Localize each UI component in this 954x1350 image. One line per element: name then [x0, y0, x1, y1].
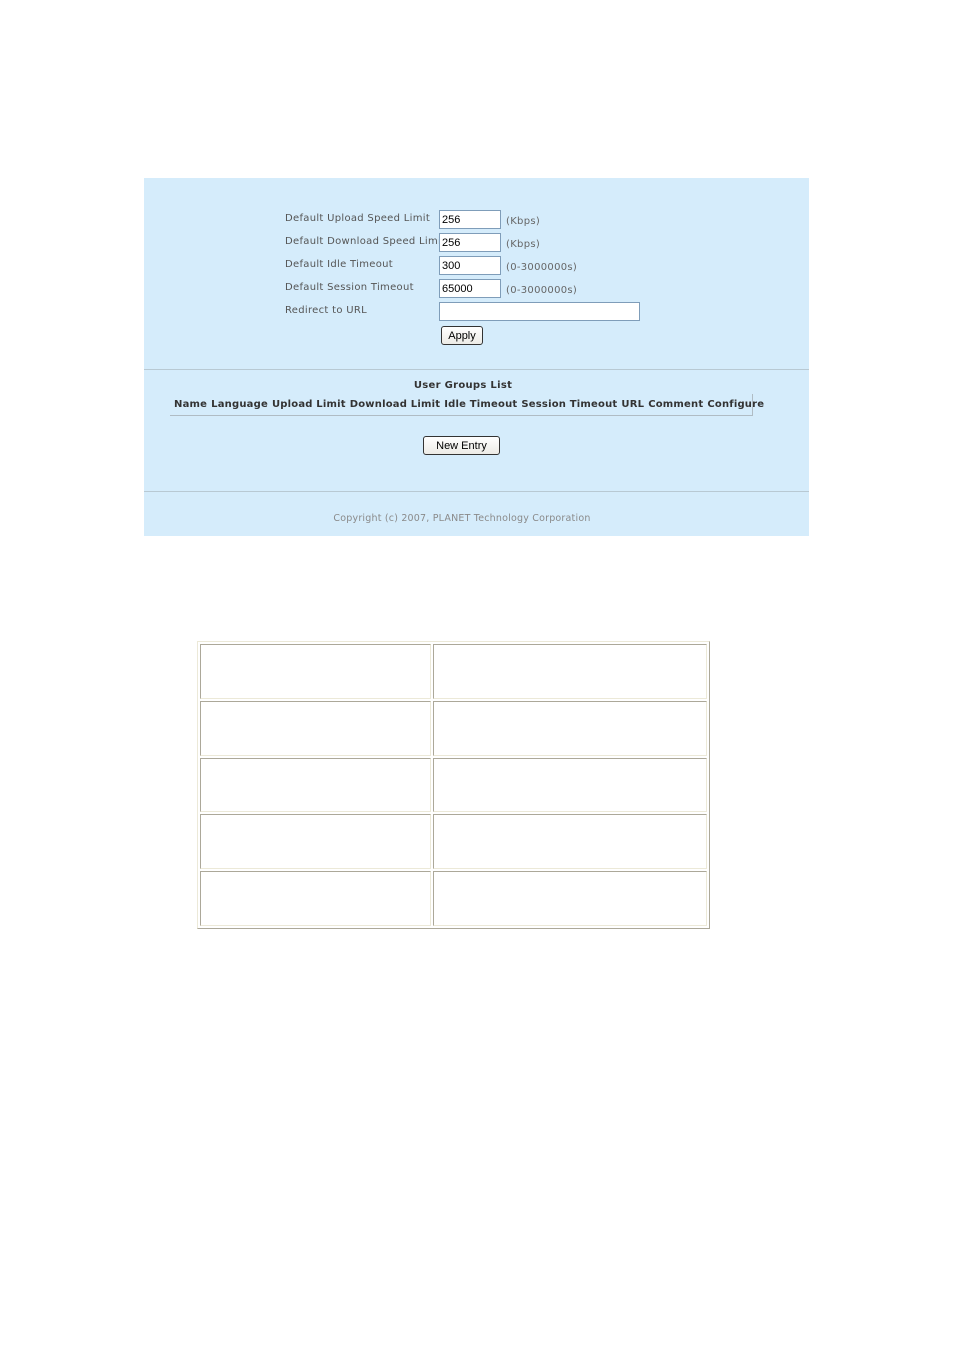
table-cell	[200, 700, 431, 756]
table-cell	[200, 871, 431, 926]
user-groups-header: Name Language Upload Limit Download Limi…	[170, 394, 764, 416]
redirect-url-input[interactable]	[439, 302, 640, 321]
table-row	[200, 814, 707, 870]
upload-speed-unit: (Kbps)	[506, 216, 541, 227]
session-timeout-unit: (0-3000000s)	[506, 285, 578, 296]
copyright-text: Copyright (c) 2007, PLANET Technology Co…	[333, 513, 591, 524]
table-cell	[200, 644, 431, 699]
download-speed-input[interactable]	[439, 233, 501, 252]
column-url: URL	[621, 399, 645, 410]
table-cell	[433, 644, 707, 699]
session-timeout-label: Default Session Timeout	[285, 282, 414, 293]
column-configure: Configure	[707, 399, 765, 410]
session-timeout-input[interactable]	[439, 279, 501, 298]
column-language: Language	[211, 399, 268, 410]
apply-button[interactable]: Apply	[441, 326, 483, 345]
table-cell	[200, 757, 431, 813]
redirect-url-label: Redirect to URL	[285, 305, 367, 316]
section-divider	[144, 369, 809, 370]
table-cell	[433, 871, 707, 926]
user-groups-title: User Groups List	[413, 380, 513, 391]
upload-speed-label: Default Upload Speed Limit	[285, 213, 431, 224]
table-row	[200, 700, 707, 756]
idle-timeout-label: Default Idle Timeout	[285, 259, 393, 270]
table-row	[200, 757, 707, 813]
new-entry-button[interactable]: New Entry	[423, 436, 500, 455]
table-row	[200, 644, 707, 699]
download-speed-label: Default Download Speed Limit	[285, 236, 446, 247]
download-speed-unit: (Kbps)	[506, 239, 541, 250]
column-name: Name	[174, 399, 208, 410]
table-cell	[433, 757, 707, 813]
column-comment: Comment	[648, 399, 704, 410]
table-cell	[433, 700, 707, 756]
table-cell	[200, 814, 431, 870]
upload-speed-input[interactable]	[439, 210, 501, 229]
column-session-timeout: Session Timeout	[521, 399, 618, 410]
column-download-limit: Download Limit	[349, 399, 441, 410]
column-upload-limit: Upload Limit	[271, 399, 346, 410]
idle-timeout-input[interactable]	[439, 256, 501, 275]
table-cell	[433, 814, 707, 870]
document-table	[197, 641, 710, 929]
settings-panel: Default Upload Speed Limit (Kbps) Defaul…	[144, 178, 809, 536]
idle-timeout-unit: (0-3000000s)	[506, 262, 578, 273]
footer-divider	[144, 491, 809, 492]
column-idle-timeout: Idle Timeout	[444, 399, 518, 410]
table-row	[200, 871, 707, 926]
